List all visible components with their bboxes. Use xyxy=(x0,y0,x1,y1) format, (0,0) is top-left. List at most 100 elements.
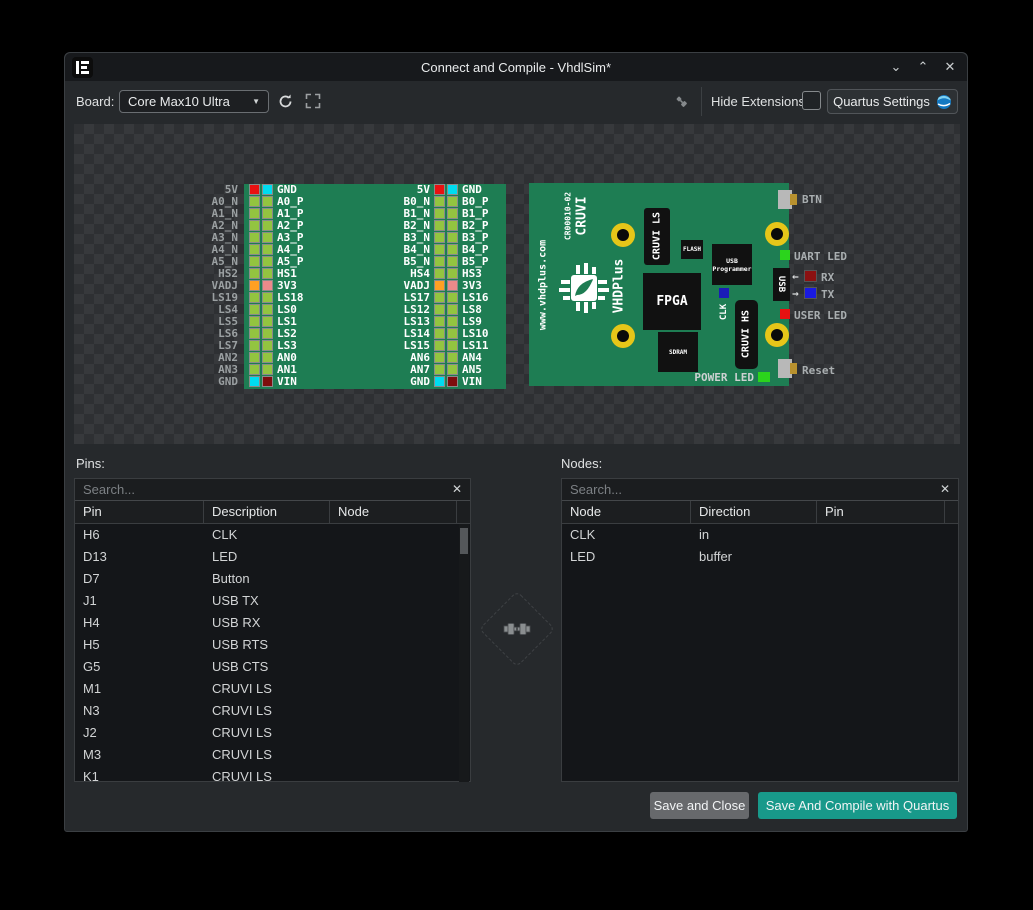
table-cell: Button xyxy=(204,568,330,590)
table-cell xyxy=(330,744,470,766)
table-cell xyxy=(330,524,470,546)
quartus-settings-button[interactable]: Quartus Settings xyxy=(827,89,958,114)
table-row[interactable]: J2CRUVI LS xyxy=(75,722,470,744)
table-cell: CRUVI LS xyxy=(204,744,330,766)
table-row[interactable]: LEDbuffer xyxy=(562,546,958,568)
column-header[interactable]: Pin xyxy=(817,501,945,523)
fpga-chip: FPGA xyxy=(643,273,701,330)
usb-programmer-chip: USB Programmer xyxy=(712,244,752,285)
toolbar-separator xyxy=(701,87,702,116)
board-select[interactable]: Core Max10 Ultra ▼ xyxy=(119,90,269,113)
pcb-model-text: CR00010-02 xyxy=(564,192,573,240)
mounting-hole xyxy=(765,222,789,246)
table-cell: M3 xyxy=(75,744,204,766)
power-led-label: POWER LED xyxy=(669,371,754,384)
rx-label: RX xyxy=(821,271,834,284)
table-cell: N3 xyxy=(75,700,204,722)
flash-chip: FLASH xyxy=(681,240,703,259)
column-header[interactable]: Node xyxy=(562,501,691,523)
window-title: Connect and Compile - VhdlSim* xyxy=(65,60,967,75)
btn-actuator xyxy=(790,194,797,205)
column-header[interactable]: Node xyxy=(330,501,457,523)
uart-led xyxy=(780,250,790,260)
rx-led xyxy=(804,270,817,282)
pins-search: ✕ xyxy=(75,479,470,501)
quartus-logo-icon xyxy=(936,94,952,110)
save-and-compile-button[interactable]: Save And Compile with Quartus xyxy=(758,792,957,819)
table-cell: CLK xyxy=(562,524,691,546)
table-cell: K1 xyxy=(75,766,204,782)
tx-arrow-icon: → xyxy=(792,287,799,300)
pins-search-clear-icon[interactable]: ✕ xyxy=(452,482,462,496)
table-cell xyxy=(817,546,958,568)
table-cell: H6 xyxy=(75,524,204,546)
table-row[interactable]: G5USB CTS xyxy=(75,656,470,678)
table-row[interactable]: H4USB RX xyxy=(75,612,470,634)
table-cell: buffer xyxy=(691,546,817,568)
toolbar: Board: Core Max10 Ultra ▼ xyxy=(65,81,967,123)
quartus-settings-label: Quartus Settings xyxy=(833,94,930,109)
fit-view-button[interactable] xyxy=(303,91,323,111)
pinout-diagram: 5VGND5VGNDA0_NA0_PB0_NB0_PA1_NA1_PB1_NB1… xyxy=(244,184,506,389)
table-row[interactable]: M3CRUVI LS xyxy=(75,744,470,766)
pins-table-body: H6CLKD13LEDD7ButtonJ1USB TXH4USB RXH5USB… xyxy=(75,524,470,782)
usb-connector: USB xyxy=(773,268,790,301)
pins-scrollbar[interactable] xyxy=(459,524,469,782)
board-select-value: Core Max10 Ultra xyxy=(128,94,230,109)
table-row[interactable]: N3CRUVI LS xyxy=(75,700,470,722)
minimize-button[interactable]: ⌄ xyxy=(889,59,903,75)
table-cell: CRUVI LS xyxy=(204,700,330,722)
pcb-render: www.vhdplus.com CR00010-02 CRUVI VHDPlus xyxy=(529,183,789,386)
table-cell: CRUVI LS xyxy=(204,766,330,782)
table-row[interactable]: J1USB TX xyxy=(75,590,470,612)
table-cell: H4 xyxy=(75,612,204,634)
pins-panel: ✕ PinDescriptionNode H6CLKD13LEDD7Button… xyxy=(74,478,471,782)
table-cell: H5 xyxy=(75,634,204,656)
tx-led xyxy=(804,287,817,299)
table-cell xyxy=(330,678,470,700)
nodes-search-input[interactable] xyxy=(562,479,958,500)
nodes-panel: ✕ NodeDirectionPin CLKinLEDbuffer xyxy=(561,478,959,782)
pcb-brand-text: VHDPlus xyxy=(612,259,627,314)
table-row[interactable]: CLKin xyxy=(562,524,958,546)
refresh-boards-button[interactable] xyxy=(275,91,295,111)
user-led xyxy=(780,309,790,319)
table-cell: D13 xyxy=(75,546,204,568)
chevron-down-icon: ▼ xyxy=(252,97,260,106)
table-cell: M1 xyxy=(75,678,204,700)
rx-arrow-icon: ← xyxy=(792,270,799,283)
nodes-panel-label: Nodes: xyxy=(561,456,602,471)
table-cell: LED xyxy=(204,546,330,568)
table-cell xyxy=(330,700,470,722)
table-row[interactable]: D7Button xyxy=(75,568,470,590)
table-cell: USB TX xyxy=(204,590,330,612)
tx-label: TX xyxy=(821,288,834,301)
board-preview-area: 5VGND5VGNDA0_NA0_PB0_NB0_PA1_NA1_PB1_NB1… xyxy=(74,124,960,444)
column-header[interactable]: Pin xyxy=(75,501,204,523)
table-cell: G5 xyxy=(75,656,204,678)
table-cell: USB CTS xyxy=(204,656,330,678)
hide-extensions-checkbox[interactable] xyxy=(802,91,821,110)
table-row[interactable]: H6CLK xyxy=(75,524,470,546)
table-row[interactable]: M1CRUVI LS xyxy=(75,678,470,700)
column-header[interactable]: Description xyxy=(204,501,330,523)
table-cell: USB RTS xyxy=(204,634,330,656)
maximize-button[interactable]: ⌃ xyxy=(916,59,930,75)
save-and-close-button[interactable]: Save and Close xyxy=(650,792,749,819)
clk-oscillator xyxy=(719,288,729,298)
table-cell: CRUVI LS xyxy=(204,722,330,744)
table-row[interactable]: H5USB RTS xyxy=(75,634,470,656)
table-cell xyxy=(330,590,470,612)
table-cell: CLK xyxy=(204,524,330,546)
table-row[interactable]: D13LED xyxy=(75,546,470,568)
table-cell: J2 xyxy=(75,722,204,744)
close-button[interactable]: ✕ xyxy=(943,59,957,75)
cruvi-ls-chip: CRUVI LS xyxy=(644,208,670,265)
table-cell xyxy=(330,612,470,634)
column-header[interactable]: Direction xyxy=(691,501,817,523)
table-cell xyxy=(817,524,958,546)
pins-search-input[interactable] xyxy=(75,479,470,500)
nodes-search-clear-icon[interactable]: ✕ xyxy=(940,482,950,496)
table-row[interactable]: K1CRUVI LS xyxy=(75,766,470,782)
nodes-search: ✕ xyxy=(562,479,958,501)
